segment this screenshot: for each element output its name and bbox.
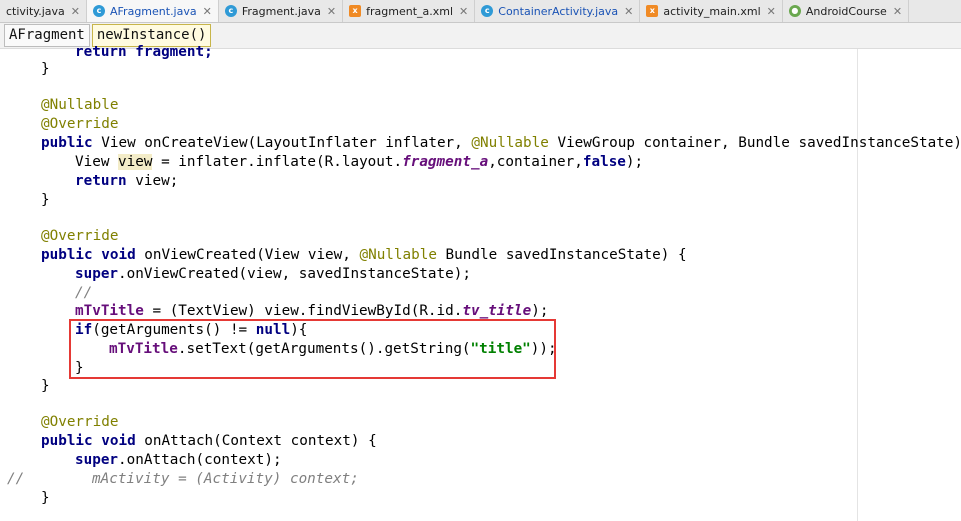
code-annotation: @Nullable bbox=[471, 135, 549, 151]
tab-android-course[interactable]: ● AndroidCourse ✕ bbox=[783, 0, 910, 22]
code-keyword: super bbox=[75, 266, 119, 282]
close-icon[interactable]: ✕ bbox=[767, 5, 776, 18]
tab-label: Fragment.java bbox=[241, 4, 321, 18]
tab-fragment-java[interactable]: c Fragment.java ✕ bbox=[219, 0, 344, 22]
code-field: mTvTitle bbox=[75, 303, 144, 319]
tab-activity-java[interactable]: ctivity.java ✕ bbox=[0, 0, 87, 22]
code-text: = (TextView) view.findViewById(R.id. bbox=[143, 303, 463, 319]
code-line: public void onAttach(Context context) { bbox=[41, 432, 377, 451]
close-icon[interactable]: ✕ bbox=[624, 5, 633, 18]
tab-label: ctivity.java bbox=[6, 4, 65, 18]
class-icon: c bbox=[93, 5, 105, 17]
code-text: View onCreateView(LayoutInflater inflate… bbox=[92, 135, 472, 151]
code-line: @Override bbox=[41, 414, 119, 430]
close-icon[interactable]: ✕ bbox=[893, 5, 902, 18]
code-line: @Override bbox=[41, 116, 119, 132]
code-keyword: super bbox=[75, 452, 119, 468]
code-annotation: @Nullable bbox=[359, 247, 437, 263]
editor-tab-bar: ctivity.java ✕ c AFragment.java ✕ c Frag… bbox=[0, 0, 961, 23]
tab-label: activity_main.xml bbox=[663, 4, 761, 18]
code-text: view; bbox=[126, 173, 179, 189]
code-keyword: false bbox=[582, 154, 626, 170]
tab-label: fragment_a.xml bbox=[366, 4, 454, 18]
code-text: = inflater.inflate(R.layout. bbox=[152, 154, 403, 170]
code-line: mActivity = (Activity) context; bbox=[92, 471, 359, 487]
code-line: super.onAttach(context); bbox=[75, 451, 282, 470]
code-keyword: return bbox=[75, 173, 127, 189]
tab-fragment-a-xml[interactable]: x fragment_a.xml ✕ bbox=[343, 0, 476, 22]
code-text: onViewCreated(View view, bbox=[135, 247, 360, 263]
code-text: ); bbox=[625, 154, 644, 170]
code-line: } bbox=[41, 192, 50, 208]
code-line: View view = inflater.inflate(R.layout.fr… bbox=[75, 153, 643, 172]
class-icon: c bbox=[481, 5, 494, 17]
code-line: return fragment; bbox=[75, 43, 213, 62]
code-text: ,container, bbox=[488, 154, 583, 170]
code-variable: view bbox=[118, 154, 153, 170]
code-keyword: public bbox=[41, 135, 93, 151]
code-line: public void onViewCreated(View view, @Nu… bbox=[41, 246, 687, 265]
code-text: Bundle savedInstanceState) { bbox=[436, 247, 687, 263]
xml-icon: x bbox=[646, 5, 659, 17]
close-icon[interactable]: ✕ bbox=[203, 5, 212, 18]
code-text: ViewGroup container, Bundle savedInstanc… bbox=[548, 135, 961, 151]
code-line: // bbox=[7, 471, 25, 487]
close-icon[interactable]: ✕ bbox=[327, 5, 336, 18]
code-line: // bbox=[75, 285, 93, 301]
close-icon[interactable]: ✕ bbox=[459, 5, 468, 18]
code-text: return fragment; bbox=[75, 44, 213, 60]
code-line: } bbox=[41, 378, 50, 394]
code-keyword: public void bbox=[41, 433, 136, 449]
code-text: .onViewCreated(view, savedInstanceState)… bbox=[118, 266, 471, 282]
module-icon: ● bbox=[788, 5, 801, 17]
tab-label: AndroidCourse bbox=[805, 4, 887, 18]
tab-label: AFragment.java bbox=[110, 4, 197, 18]
code-editor[interactable]: return fragment; } @Nullable @Override p… bbox=[0, 44, 961, 521]
close-icon[interactable]: ✕ bbox=[71, 5, 80, 18]
code-line: } bbox=[41, 490, 50, 506]
tab-label: ContainerActivity.java bbox=[498, 4, 619, 18]
code-text: .onAttach(context); bbox=[118, 452, 282, 468]
code-text: View bbox=[75, 154, 119, 170]
tab-afragment-java[interactable]: c AFragment.java ✕ bbox=[87, 0, 219, 22]
code-text: ); bbox=[531, 303, 549, 319]
code-keyword: public void bbox=[41, 247, 136, 263]
right-margin-guide bbox=[857, 49, 858, 521]
code-line: return view; bbox=[75, 172, 178, 191]
xml-icon: x bbox=[349, 5, 362, 17]
code-line: @Override bbox=[41, 228, 119, 244]
code-field: fragment_a bbox=[402, 154, 489, 170]
code-text: onAttach(Context context) { bbox=[135, 433, 377, 449]
code-line: @Nullable bbox=[41, 97, 119, 113]
code-line: public View onCreateView(LayoutInflater … bbox=[41, 134, 961, 153]
editor-gutter[interactable] bbox=[0, 49, 30, 521]
tab-container-activity-java[interactable]: c ContainerActivity.java ✕ bbox=[475, 0, 641, 22]
code-line: super.onViewCreated(view, savedInstanceS… bbox=[75, 265, 471, 284]
code-line: } bbox=[41, 61, 50, 77]
code-field: tv_title bbox=[462, 303, 532, 319]
tab-activity-main-xml[interactable]: x activity_main.xml ✕ bbox=[640, 0, 783, 22]
class-icon: c bbox=[224, 5, 237, 17]
highlight-box bbox=[69, 319, 556, 379]
